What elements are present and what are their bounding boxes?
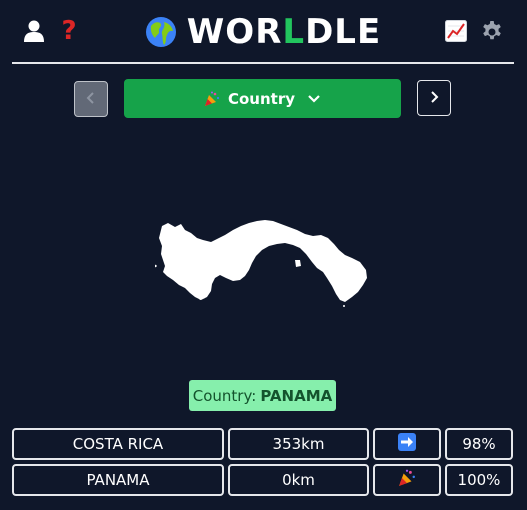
prev-button[interactable] <box>74 81 108 117</box>
guess-2-direction <box>373 464 441 496</box>
guess-1-country: COSTA RICA <box>12 428 224 460</box>
title-prefix: WOR <box>186 12 283 52</box>
answer-label: Country: <box>192 386 257 405</box>
title-highlight: L <box>282 12 306 52</box>
country-silhouette <box>154 218 370 308</box>
guess-1-proximity: 98% <box>445 428 513 460</box>
country-mode-label: Country <box>227 89 296 108</box>
nav-row: Country <box>0 79 527 119</box>
globe-icon <box>145 16 177 48</box>
arrow-right-icon <box>398 433 416 455</box>
next-button[interactable] <box>417 80 451 116</box>
guess-2-country: PANAMA <box>12 464 224 496</box>
chevron-down-icon <box>307 94 321 104</box>
title-suffix: DLE <box>305 12 382 52</box>
header: ? WOR L DLE <box>12 0 514 64</box>
country-mode-dropdown[interactable]: Country <box>124 79 401 118</box>
gear-icon[interactable] <box>479 17 505 45</box>
chevron-left-icon <box>86 90 96 109</box>
party-popper-icon <box>398 469 416 491</box>
answer-value: PANAMA <box>260 386 333 405</box>
chevron-right-icon <box>429 89 439 108</box>
guess-1-direction <box>373 428 441 460</box>
party-popper-icon <box>204 91 220 107</box>
stats-icon[interactable] <box>444 19 468 43</box>
guess-1-distance: 353km <box>228 428 369 460</box>
answer-badge: Country: PANAMA <box>189 380 336 411</box>
guess-2-proximity: 100% <box>445 464 513 496</box>
app-title: WOR L DLE <box>12 10 514 54</box>
guess-2-distance: 0km <box>228 464 369 496</box>
